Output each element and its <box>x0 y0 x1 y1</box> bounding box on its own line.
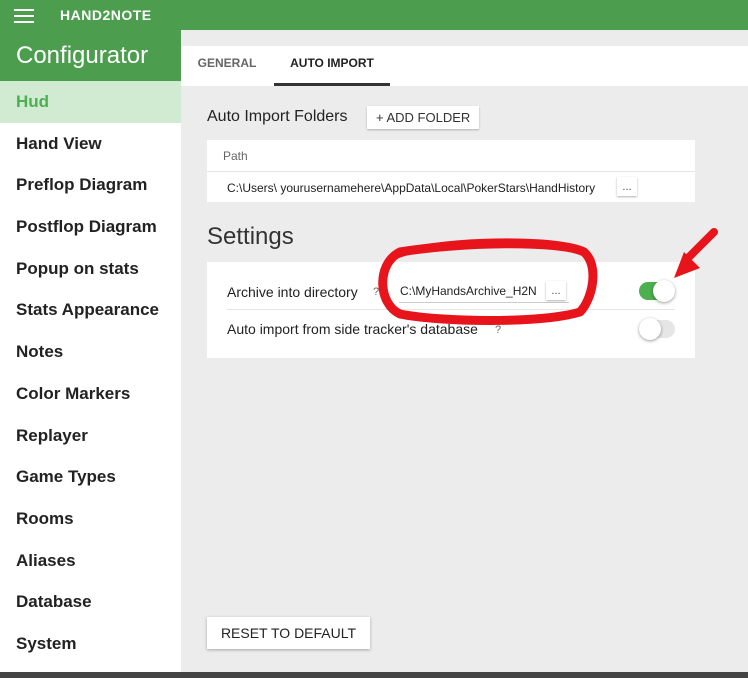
tab-general[interactable]: GENERAL <box>190 46 264 86</box>
divider <box>207 171 695 172</box>
sidebar-item-replayer[interactable]: Replayer <box>0 415 181 457</box>
sidebar-header: Configurator <box>0 30 181 81</box>
archive-toggle[interactable] <box>639 280 675 302</box>
sidebar-item-aliases[interactable]: Aliases <box>0 540 181 582</box>
archive-into-directory-label: Archive into directory <box>227 284 358 300</box>
sidebar-item-database[interactable]: Database <box>0 581 181 623</box>
sidebar-item-preflop-diagram[interactable]: Preflop Diagram <box>0 164 181 206</box>
sidebar-list: Hud Hand View Preflop Diagram Postflop D… <box>0 81 181 665</box>
sidebar-item-system[interactable]: System <box>0 623 181 665</box>
toggle-knob <box>639 318 661 340</box>
archive-directory-field[interactable]: C:\MyHandsArchive_H2N <box>399 279 569 303</box>
side-tracker-help-icon[interactable]: ? <box>495 324 501 336</box>
settings-card: Archive into directory ? C:\MyHandsArchi… <box>207 262 695 358</box>
sidebar-item-hud[interactable]: Hud <box>0 81 181 123</box>
archive-help-icon[interactable]: ? <box>373 286 379 298</box>
app-top-bar: HAND2NOTE <box>0 0 748 30</box>
auto-import-folders-label: Auto Import Folders <box>207 108 348 125</box>
sidebar-item-color-markers[interactable]: Color Markers <box>0 373 181 415</box>
add-folder-button[interactable]: + ADD FOLDER <box>367 106 480 129</box>
sidebar-item-game-types[interactable]: Game Types <box>0 456 181 498</box>
tab-bar: GENERAL AUTO IMPORT <box>181 46 748 86</box>
settings-title: Settings <box>207 223 294 250</box>
sidebar-item-postflop-diagram[interactable]: Postflop Diagram <box>0 206 181 248</box>
reset-to-default-button[interactable]: RESET TO DEFAULT <box>207 617 370 649</box>
side-tracker-import-label: Auto import from side tracker's database <box>227 321 478 337</box>
sidebar-item-stats-appearance[interactable]: Stats Appearance <box>0 289 181 331</box>
sidebar-item-popup-on-stats[interactable]: Popup on stats <box>0 248 181 290</box>
divider <box>227 309 675 310</box>
toggle-knob <box>653 280 675 302</box>
main-content: GENERAL AUTO IMPORT Auto Import Folders … <box>181 30 748 672</box>
sidebar-item-notes[interactable]: Notes <box>0 331 181 373</box>
app-title: HAND2NOTE <box>60 7 152 23</box>
browse-folder-button[interactable]: ... <box>617 177 637 196</box>
window-bottom-edge <box>0 672 748 678</box>
archive-directory-value: C:\MyHandsArchive_H2N <box>400 284 537 298</box>
sidebar-item-hand-view[interactable]: Hand View <box>0 123 181 165</box>
sidebar-item-rooms[interactable]: Rooms <box>0 498 181 540</box>
sidebar: Configurator Hud Hand View Preflop Diagr… <box>0 30 181 672</box>
browse-archive-button[interactable]: ... <box>546 281 566 300</box>
path-column-header: Path <box>223 149 248 163</box>
tab-auto-import[interactable]: AUTO IMPORT <box>274 46 390 86</box>
hamburger-menu-icon[interactable] <box>14 9 34 23</box>
folder-path: C:\Users\ yourusernamehere\AppData\Local… <box>227 181 596 195</box>
side-tracker-toggle[interactable] <box>639 318 675 340</box>
